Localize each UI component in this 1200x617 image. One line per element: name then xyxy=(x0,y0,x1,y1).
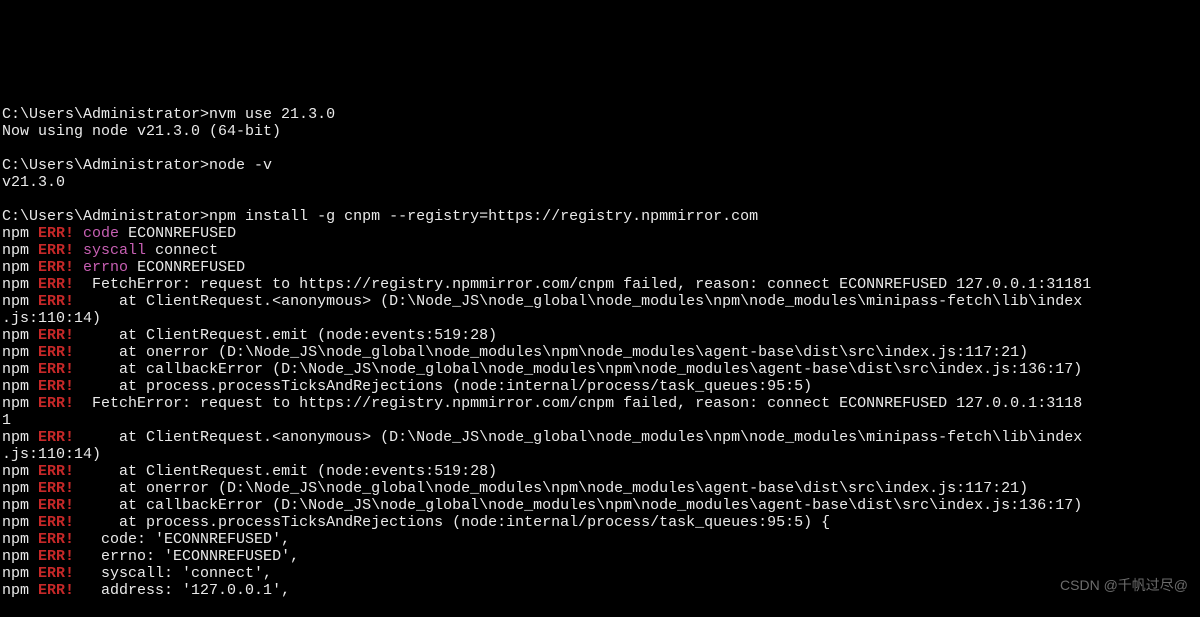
prompt-2-dir: C:\Users\Administrator> xyxy=(2,157,209,174)
npm-label: npm xyxy=(2,480,38,497)
stack-line-cont: .js:110:14) xyxy=(2,310,101,327)
stack-line: at process.processTicksAndRejections (no… xyxy=(74,514,830,531)
err-label: ERR! xyxy=(38,276,74,293)
npm-label: npm xyxy=(2,429,38,446)
stack-line: errno: 'ECONNREFUSED', xyxy=(74,548,299,565)
stack-line: at ClientRequest.<anonymous> (D:\Node_JS… xyxy=(74,429,1082,446)
err-label: ERR! xyxy=(38,429,74,446)
npm-label: npm xyxy=(2,463,38,480)
err-label: ERR! xyxy=(38,582,74,599)
err-label: ERR! xyxy=(38,242,74,259)
stack-line: at onerror (D:\Node_JS\node_global\node_… xyxy=(74,480,1028,497)
err-label: ERR! xyxy=(38,480,74,497)
prompt-1-dir: C:\Users\Administrator> xyxy=(2,106,209,123)
npm-label: npm xyxy=(2,293,38,310)
sp xyxy=(74,242,83,259)
err-label: ERR! xyxy=(38,565,74,582)
npm-label: npm xyxy=(2,225,38,242)
err-label: ERR! xyxy=(38,293,74,310)
stack-line-cont: 1 xyxy=(2,412,11,429)
npm-label: npm xyxy=(2,565,38,582)
err-val: ECONNREFUSED xyxy=(128,259,245,276)
stack-line: at process.processTicksAndRejections (no… xyxy=(74,378,812,395)
npm-label: npm xyxy=(2,259,38,276)
err-label: ERR! xyxy=(38,259,74,276)
npm-label: npm xyxy=(2,378,38,395)
npm-label: npm xyxy=(2,531,38,548)
npm-label: npm xyxy=(2,276,38,293)
stack-line: code: 'ECONNREFUSED', xyxy=(74,531,290,548)
result-1: Now using node v21.3.0 (64-bit) xyxy=(2,123,281,140)
stack-line: address: '127.0.0.1', xyxy=(74,582,290,599)
stack-line: at ClientRequest.<anonymous> (D:\Node_JS… xyxy=(74,293,1082,310)
stack-line-cont: .js:110:14) xyxy=(2,446,101,463)
err-label: ERR! xyxy=(38,514,74,531)
err-key: syscall xyxy=(83,242,146,259)
stack-line: at callbackError (D:\Node_JS\node_global… xyxy=(74,361,1082,378)
sp xyxy=(74,225,83,242)
npm-label: npm xyxy=(2,548,38,565)
err-label: ERR! xyxy=(38,531,74,548)
err-label: ERR! xyxy=(38,548,74,565)
stack-line: FetchError: request to https://registry.… xyxy=(74,395,1082,412)
sp xyxy=(74,259,83,276)
err-val: connect xyxy=(146,242,218,259)
result-2: v21.3.0 xyxy=(2,174,65,191)
err-label: ERR! xyxy=(38,344,74,361)
prompt-2-cmd: node -v xyxy=(209,157,272,174)
stack-line: at callbackError (D:\Node_JS\node_global… xyxy=(74,497,1082,514)
err-label: ERR! xyxy=(38,463,74,480)
err-label: ERR! xyxy=(38,395,74,412)
stack-line: at onerror (D:\Node_JS\node_global\node_… xyxy=(74,344,1028,361)
watermark: CSDN @千帆过尽@ xyxy=(1060,577,1188,594)
err-label: ERR! xyxy=(38,361,74,378)
stack-line: at ClientRequest.emit (node:events:519:2… xyxy=(74,463,497,480)
npm-label: npm xyxy=(2,242,38,259)
npm-label: npm xyxy=(2,344,38,361)
npm-label: npm xyxy=(2,514,38,531)
prompt-3-dir: C:\Users\Administrator> xyxy=(2,208,209,225)
err-key: errno xyxy=(83,259,128,276)
prompt-3-cmd: npm install -g cnpm --registry=https://r… xyxy=(209,208,758,225)
terminal-output[interactable]: C:\Users\Administrator>nvm use 21.3.0 No… xyxy=(0,68,1200,603)
npm-label: npm xyxy=(2,395,38,412)
stack-line: at ClientRequest.emit (node:events:519:2… xyxy=(74,327,497,344)
err-val: ECONNREFUSED xyxy=(119,225,236,242)
prompt-1-cmd: nvm use 21.3.0 xyxy=(209,106,335,123)
npm-label: npm xyxy=(2,497,38,514)
npm-label: npm xyxy=(2,582,38,599)
err-label: ERR! xyxy=(38,378,74,395)
npm-label: npm xyxy=(2,327,38,344)
stack-line: FetchError: request to https://registry.… xyxy=(74,276,1091,293)
err-key: code xyxy=(83,225,119,242)
stack-line: syscall: 'connect', xyxy=(74,565,272,582)
npm-label: npm xyxy=(2,361,38,378)
err-label: ERR! xyxy=(38,327,74,344)
err-label: ERR! xyxy=(38,497,74,514)
err-label: ERR! xyxy=(38,225,74,242)
